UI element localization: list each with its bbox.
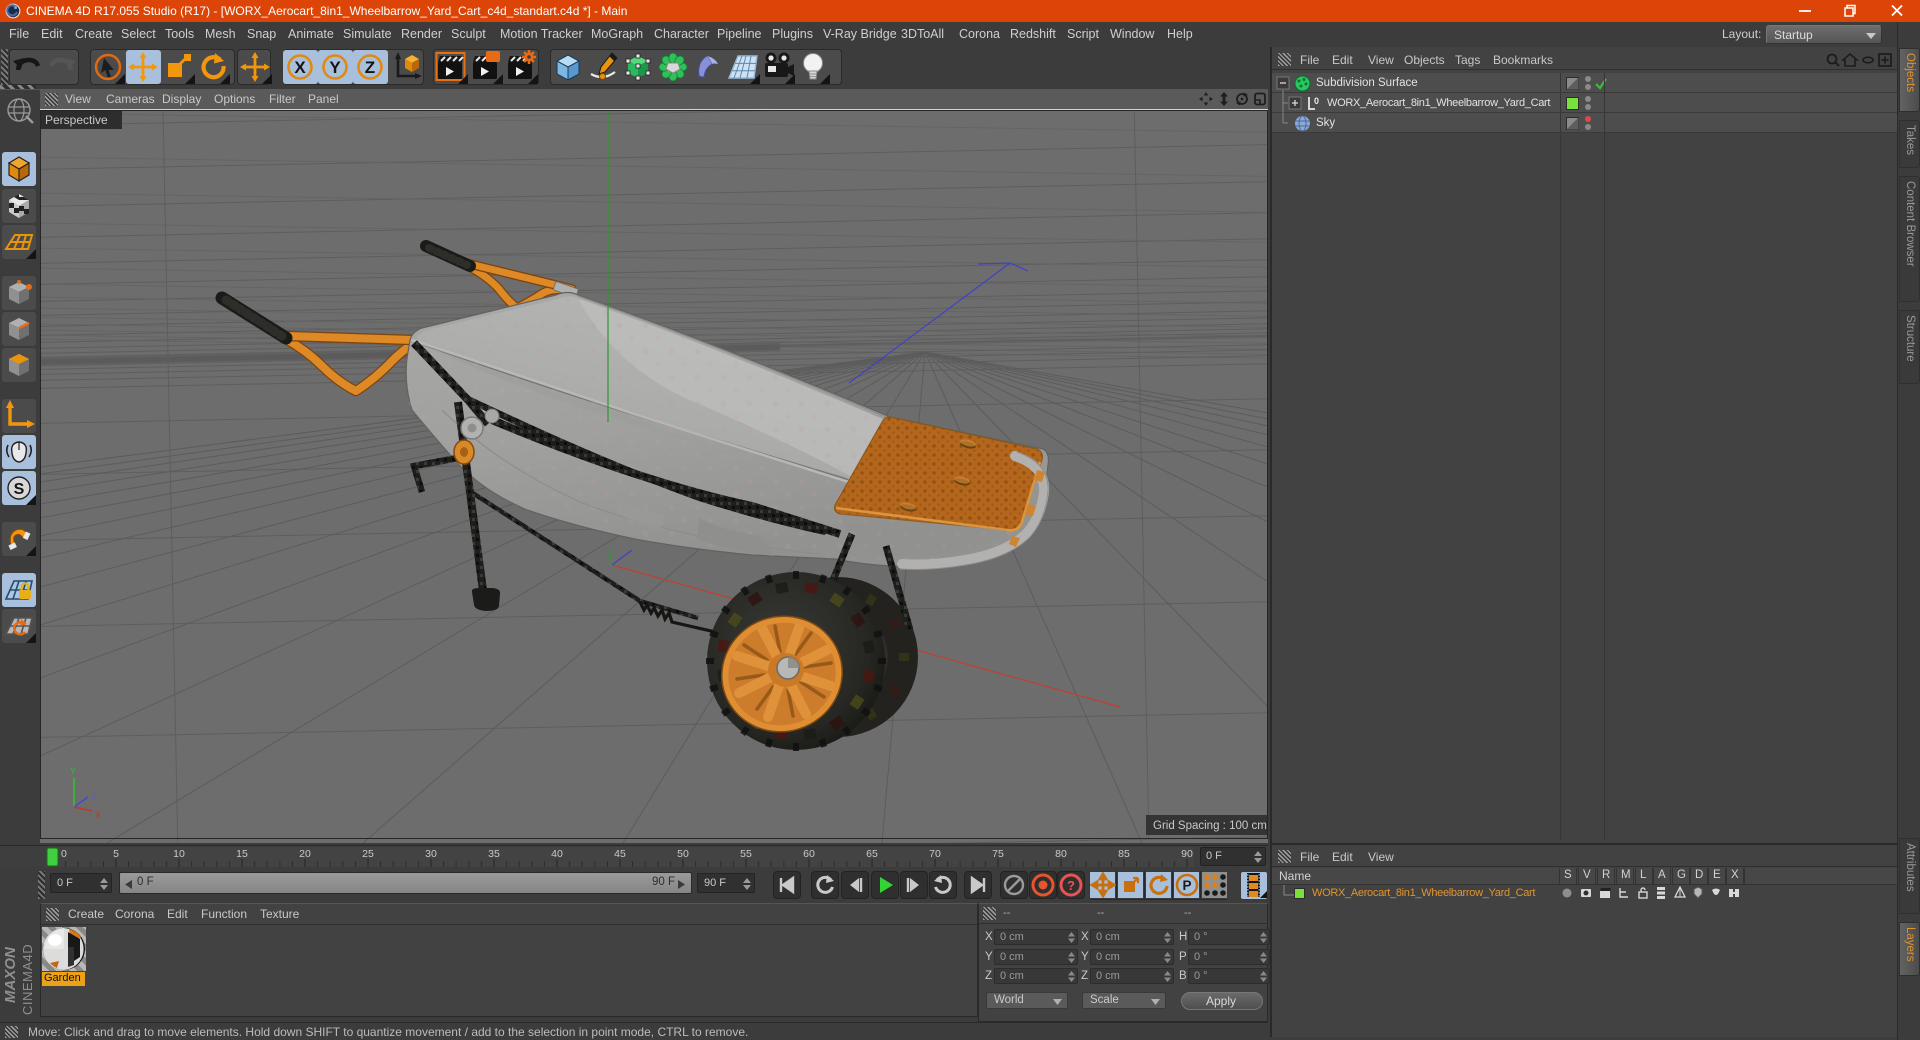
svg-text:40: 40 xyxy=(551,848,563,860)
svg-text:70: 70 xyxy=(929,848,941,860)
svg-text:Z: Z xyxy=(365,58,375,77)
svg-text:?: ? xyxy=(1067,878,1075,893)
svg-text:35: 35 xyxy=(488,848,500,860)
svg-text:80: 80 xyxy=(1055,848,1067,860)
svg-text:0: 0 xyxy=(1314,96,1319,106)
svg-text:S: S xyxy=(14,481,25,498)
svg-text:X: X xyxy=(95,810,101,820)
svg-text:10: 10 xyxy=(173,848,185,860)
svg-text:85: 85 xyxy=(1118,848,1130,860)
svg-text:Y: Y xyxy=(329,58,341,77)
svg-text:55: 55 xyxy=(740,848,752,860)
svg-text:45: 45 xyxy=(614,848,626,860)
svg-text:X: X xyxy=(294,58,306,77)
svg-text:30: 30 xyxy=(425,848,437,860)
svg-text:0: 0 xyxy=(61,848,67,860)
svg-text:65: 65 xyxy=(866,848,878,860)
svg-text:Y: Y xyxy=(70,766,76,776)
svg-text:75: 75 xyxy=(992,848,1004,860)
svg-text:60: 60 xyxy=(803,848,815,860)
svg-text:50: 50 xyxy=(677,848,689,860)
svg-text:90: 90 xyxy=(1181,848,1193,860)
svg-text:Z: Z xyxy=(91,792,97,802)
svg-text:15: 15 xyxy=(236,848,248,860)
svg-text:P: P xyxy=(1182,878,1191,893)
svg-text:Perspective: Perspective xyxy=(45,113,108,127)
svg-text:20: 20 xyxy=(299,848,311,860)
svg-text:Grid Spacing : 100 cm: Grid Spacing : 100 cm xyxy=(1153,820,1267,832)
svg-text:25: 25 xyxy=(362,848,374,860)
svg-text:5: 5 xyxy=(113,848,119,860)
